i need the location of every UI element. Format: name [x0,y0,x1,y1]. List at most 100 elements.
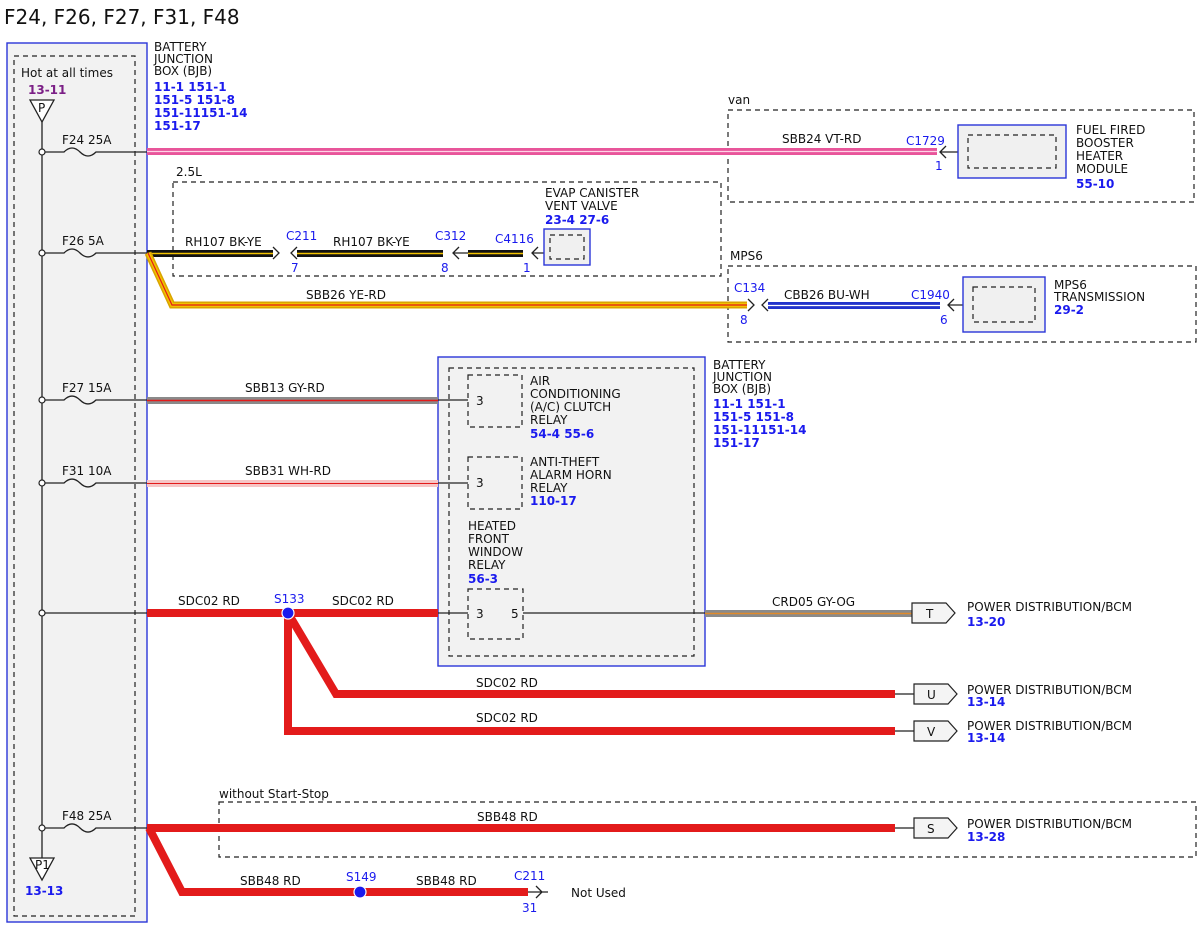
module-reference: 29-2 [1054,303,1084,317]
relay-reference: 110-17 [530,494,577,508]
output-connector-label: T [925,607,934,621]
output-label: POWER DISTRIBUTION/BCM [967,600,1132,614]
bjb-ref-line: 11-1 151-1 [154,80,227,94]
wire-label: SBB13 GY-RD [245,381,325,395]
bjb-ref-line: 151-11151-14 [154,106,247,120]
output-reference: 13-14 [967,695,1005,709]
connector-c134: C134 [734,281,765,295]
splice-label: S149 [346,870,377,884]
relay-label-line: RELAY [468,558,506,572]
pin-number: 8 [740,313,748,327]
wire-sbb31: SBB31 WH-RD [147,464,468,487]
bjb-label-line: BOX (BJB) [154,64,212,78]
pin-number: 1 [523,261,531,275]
p1-connector-label: P1 [35,858,50,872]
pin-number: 31 [522,901,537,915]
bjb-ref-line: 151-11151-14 [713,423,806,437]
connector-c1940: C1940 [911,288,950,302]
connector-arrow-icon [528,885,548,899]
relay-label-line: RELAY [530,481,568,495]
module-label-line: TRANSMISSION [1053,290,1145,304]
wire-sbb24: SBB24 VT-RD [147,132,937,155]
device-reference: 23-4 27-6 [545,213,609,227]
bjb-ref-line: 151-17 [713,436,760,450]
bjb-label-line: BOX (BJB) [713,382,771,396]
page-title: F24, F26, F27, F31, F48 [4,5,240,29]
mps6-group-label: MPS6 [730,249,763,263]
connector-c1729: C1729 [906,134,945,148]
connector-c312: C312 [435,229,466,243]
relay-label-line: (A/C) CLUTCH [530,400,611,414]
bjb-ref-line: 151-5 151-8 [154,93,235,107]
pin-number: 8 [441,261,449,275]
module-reference: 55-10 [1076,177,1114,191]
wiring-diagram: F24, F26, F27, F31, F48 Hot at all times… [4,5,1197,923]
relay-label-line: ANTI-THEFT [530,455,600,469]
module-label-line: FUEL FIRED [1076,123,1145,137]
output-s: S POWER DISTRIBUTION/BCM 13-28 [913,817,1132,844]
connector-c211: C211 [514,869,545,883]
wire-label: RH107 BK-YE [185,235,262,249]
connector-arrow-icon [761,298,769,312]
output-connector-label: U [927,688,936,702]
connector-c211: C211 [286,229,317,243]
wire-label: SBB48 RD [416,874,477,888]
module-label-line: MODULE [1076,162,1128,176]
wire-label: RH107 BK-YE [333,235,410,249]
connector-arrow-icon [452,246,468,260]
fuse-label: F26 5A [62,234,105,248]
splice-label: S133 [274,592,305,606]
connector-arrow-icon [747,298,755,312]
bjb-ref-line: 11-1 151-1 [713,397,786,411]
bjb-ref-line: 151-5 151-8 [713,410,794,424]
relay-reference: 54-4 55-6 [530,427,594,441]
pin-number: 1 [935,159,943,173]
output-t: T POWER DISTRIBUTION/BCM 13-20 [911,600,1132,629]
connector-c4116: C4116 [495,232,534,246]
connector-arrow-icon [290,246,298,260]
start-stop-group-label: without Start-Stop [219,787,329,801]
connector-arrow-icon [272,246,280,260]
fuse-label: F27 15A [62,381,112,395]
relay-label-line: AIR [530,374,550,388]
relay-pin: 3 [476,607,484,621]
wire-label: CRD05 GY-OG [772,595,855,609]
wire-label: SDC02 RD [178,594,240,608]
fuel-fired-booster-heater-module: FUEL FIRED BOOSTER HEATER MODULE 55-10 [957,123,1145,191]
wire-label: SBB24 VT-RD [782,132,862,146]
wire-label: SDC02 RD [476,676,538,690]
wire-label: SBB48 RD [240,874,301,888]
hot-reference: 13-11 [28,83,66,97]
evap-canister-vent-valve: EVAP CANISTER VENT VALVE 23-4 27-6 [543,186,639,266]
wire-label: SDC02 RD [332,594,394,608]
wire-sbb13: SBB13 GY-RD [147,381,468,404]
pin-number: 7 [291,261,299,275]
relay-label-line: WINDOW [468,545,523,559]
wire-label: SDC02 RD [476,711,538,725]
relay-label-line: HEATED [468,519,516,533]
module-label-line: HEATER [1076,149,1123,163]
device-label-line: VENT VALVE [545,199,618,213]
p-connector-label: P [38,101,45,115]
output-reference: 13-20 [967,615,1005,629]
output-u: U POWER DISTRIBUTION/BCM 13-14 [913,683,1132,709]
output-v: V POWER DISTRIBUTION/BCM 13-14 [913,719,1132,745]
bjb-ref-line: 151-17 [154,119,201,133]
device-label-line: EVAP CANISTER [545,186,639,200]
relay-label-line: ALARM HORN [530,468,612,482]
fuse-label: F24 25A [62,133,112,147]
engine-group-label: 2.5L [176,165,202,179]
engine-2-5l-group: 2.5L [172,165,722,277]
relay-pin: 3 [476,476,484,490]
not-used-connector: C211 31 Not Used [514,869,626,915]
wire-rh107: RH107 BK-YE RH107 BK-YE [147,235,523,257]
relay-label-line: CONDITIONING [530,387,621,401]
hot-at-all-times-label: Hot at all times [21,66,113,80]
connector-arrow-icon [531,246,544,260]
relay-label-line: FRONT [468,532,510,546]
fuse-label: F48 25A [62,809,112,823]
output-reference: 13-14 [967,731,1005,745]
output-connector-label: S [927,822,935,836]
van-group-label: van [728,93,750,107]
relay-pin: 5 [511,607,519,621]
